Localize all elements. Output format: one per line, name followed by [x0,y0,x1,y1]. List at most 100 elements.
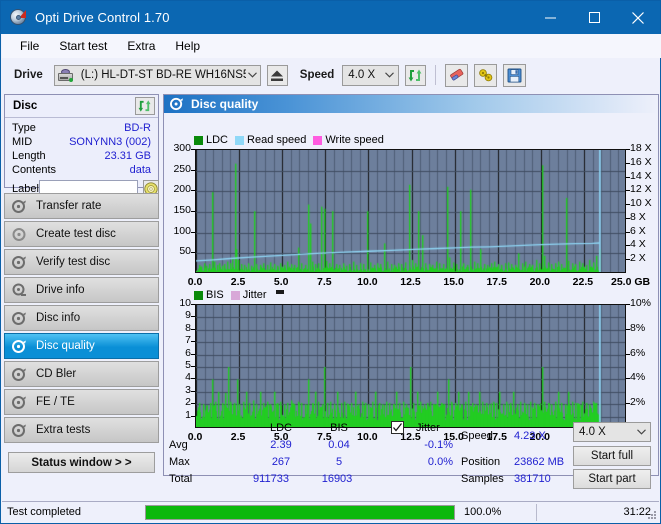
x-tick-label: 7.5 [309,276,339,288]
status-window-button[interactable]: Status window > > [8,452,155,473]
y-tick-label: 4 [165,371,191,383]
erase-button[interactable] [445,64,468,87]
sidebar-item-verify-test-disc[interactable]: Verify test disc [4,249,159,275]
stats-total-bis: 16903 [310,473,364,485]
refresh-button[interactable] [405,65,426,86]
save-button[interactable] [503,64,526,87]
y2-tick-mark [626,218,630,219]
disc-quality-panel: Disc quality LDC Read speed Write speed [163,94,659,476]
test-speed-select[interactable]: 4.0 X [573,422,651,442]
y-tick-label: 300 [165,142,191,154]
eject-icon [270,69,284,82]
start-part-button[interactable]: Start part [573,469,651,489]
y2-tick-mark [626,163,630,164]
y-tick-label: 2 [165,396,191,408]
disc-refresh-button[interactable] [135,97,155,115]
sidebar-label: Disc quality [36,340,95,352]
sidebar-item-disc-quality[interactable]: Disc quality [4,333,159,359]
legend-ldc: LDC [194,134,228,146]
y2-tick-mark [626,304,630,305]
legend-label-ldc: LDC [206,134,228,146]
sidebar-label: CD Bler [36,368,76,380]
sidebar-item-create-test-disc[interactable]: Create test disc [4,221,159,247]
menu-help[interactable]: Help [166,37,209,55]
disc-row-contents: Contents data [12,163,151,177]
y-tick-label: 5 [165,359,191,371]
sidebar-item-cd-bler[interactable]: CD Bler [4,361,159,387]
close-icon[interactable] [616,1,660,34]
menu-extra[interactable]: Extra [118,37,164,55]
x-tick-label: 0.0 [180,276,210,288]
y-tick-mark [191,316,195,317]
refresh-icon [138,99,152,113]
app-disc-icon [10,9,27,26]
menu-start-test[interactable]: Start test [50,37,116,55]
stats-row-max: Max [169,456,190,468]
stats-total-ldc: 911733 [236,473,306,485]
sidebar-item-extra-tests[interactable]: Extra tests [4,417,159,443]
sidebar-label: Verify test disc [36,256,110,268]
disc-test-icon [12,199,27,214]
panel-header: Disc quality [164,95,658,113]
chevron-down-icon [246,72,260,78]
disc-info-box: Disc Type BD-R MID SONYNN3 [4,94,159,188]
y2-tick-label: 10 X [630,197,652,209]
y2-tick-mark [626,245,630,246]
sidebar-item-transfer-rate[interactable]: Transfer rate [4,193,159,219]
y2-tick-mark [626,378,630,379]
y-tick-label: 9 [165,309,191,321]
drive-select[interactable]: (L:) HL-DT-ST BD-RE WH16NS58 TST4 [54,65,261,86]
resize-grip-icon[interactable] [647,510,657,520]
disc-mid-value: SONYNN3 (002) [69,135,151,149]
minimize-icon[interactable] [528,1,572,34]
y2-tick-label: 8 X [630,211,646,223]
legend-read-speed: Read speed [235,134,306,146]
jitter-checkbox[interactable] [391,421,404,434]
speed-select-value: 4.0 X [343,69,375,81]
y2-tick-mark [626,354,630,355]
tools-button[interactable] [474,64,497,87]
sidebar-label: Transfer rate [36,200,101,212]
y-tick-mark [191,403,195,404]
start-full-button[interactable]: Start full [573,446,651,466]
title-bar: Opti Drive Control 1.70 [1,1,660,34]
y2-tick-mark [626,190,630,191]
eject-button[interactable] [267,65,288,86]
ldc-plot-area [195,149,626,273]
chevron-down-icon [381,72,398,78]
y-tick-mark [191,232,195,233]
sidebar-item-drive-info[interactable]: Drive info [4,277,159,303]
y-tick-mark [191,304,195,305]
window-controls [528,1,660,34]
bis-plot-area [195,304,626,428]
y2-tick-label: 12 X [630,183,652,195]
bis-chart-legend: BIS Jitter [194,289,287,301]
y-tick-mark [191,170,195,171]
stats-max-bis: 5 [314,456,364,468]
disc-length-value: 23.31 GB [105,149,151,163]
stats-max-jitter: 0.0% [397,456,453,468]
y2-tick-label: 10% [630,297,651,309]
sidebar-label: Disc info [36,312,80,324]
menu-file[interactable]: File [11,37,48,55]
speed-label: Speed [300,69,335,81]
y2-tick-label: 14 X [630,170,652,182]
stats-col-bis: BIS [314,422,364,434]
x-tick-label: 5.0 [266,276,296,288]
menu-bar: File Start test Extra Help [2,34,661,58]
y-tick-mark [191,149,195,150]
fe-te-icon [12,395,27,410]
maximize-icon[interactable] [572,1,616,34]
drive-icon [58,69,73,82]
y-tick-label: 7 [165,334,191,346]
sidebar-item-disc-info[interactable]: Disc info [4,305,159,331]
legend-label-write-speed: Write speed [325,134,384,146]
stats-max-ldc: 267 [256,456,306,468]
status-bar: Test completed 100.0% 31:22 [2,501,659,522]
sidebar-label: Extra tests [36,424,90,436]
y-tick-label: 6 [165,347,191,359]
disc-box-header: Disc [5,95,158,118]
speed-select[interactable]: 4.0 X [342,65,399,86]
floppy-save-icon [507,68,522,83]
sidebar-item-fe-te[interactable]: FE / TE [4,389,159,415]
